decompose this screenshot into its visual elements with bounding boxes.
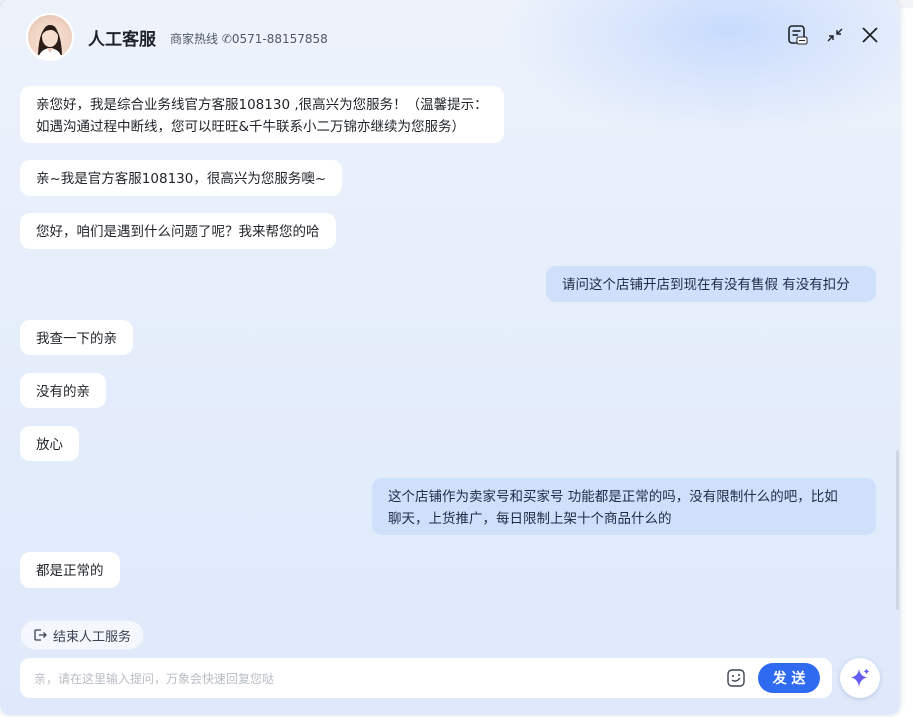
- message-line: 请问这个店铺开店到现在有没有售假 有没有扣分: [562, 277, 850, 293]
- shrink-icon[interactable]: [824, 24, 846, 46]
- message-line: 放心: [36, 437, 63, 453]
- chat-header: 人工客服 商家热线 ✆0571-88157858: [0, 0, 900, 72]
- message-line: 如遇沟通过程中断线，您可以旺旺&千牛联系小二万锦亦继续为您服务）: [36, 119, 466, 135]
- end-service-label: 结束人工服务: [53, 629, 132, 645]
- user-message: 这个店铺作为卖家号和买家号 功能都是正常的吗，没有限制什么的吧，比如 聊天，上货…: [372, 478, 876, 535]
- message-line: 亲您好，我是综合业务线官方客服108130 ,很高兴为您服务！（温馨提示：: [36, 97, 488, 113]
- message-line: 没有的亲: [36, 384, 90, 400]
- agent-avatar: [26, 13, 74, 61]
- chat-history-icon[interactable]: [786, 24, 808, 46]
- message-input[interactable]: [32, 668, 716, 690]
- agent-message: 没有的亲: [20, 373, 106, 408]
- message-line: 这个店铺作为卖家号和买家号 功能都是正常的吗，没有限制什么的吧，比如: [388, 489, 838, 505]
- agent-title: 人工客服: [88, 30, 156, 50]
- close-icon[interactable]: [859, 24, 881, 46]
- logout-icon: [33, 628, 47, 642]
- merchant-hotline: 商家热线 ✆0571-88157858: [170, 32, 328, 46]
- sticker-icon[interactable]: [726, 668, 746, 688]
- user-message: 请问这个店铺开店到现在有没有售假 有没有扣分: [546, 266, 876, 302]
- agent-message: 我查一下的亲: [20, 320, 133, 355]
- agent-message: 都是正常的: [20, 552, 120, 588]
- send-button[interactable]: 发 送: [758, 663, 820, 693]
- agent-avatar-illustration: [38, 25, 62, 59]
- message-line: 我查一下的亲: [36, 331, 117, 347]
- agent-message: 亲您好，我是综合业务线官方客服108130 ,很高兴为您服务！（温馨提示： 如遇…: [20, 86, 504, 143]
- chat-window: 人工客服 商家热线 ✆0571-88157858 亲您好，我是综合业务线官方客服…: [0, 0, 900, 715]
- message-line: 亲~我是官方客服108130，很高兴为您服务噢~: [36, 171, 327, 187]
- scrollbar[interactable]: [896, 450, 899, 610]
- message-line: 都是正常的: [36, 563, 104, 579]
- agent-message: 您好，咱们是遇到什么问题了呢？我来帮您的哈: [20, 213, 336, 249]
- ai-sparkle-icon[interactable]: [840, 658, 880, 698]
- message-line: 聊天，上货推广，每日限制上架十个商品什么的: [388, 511, 672, 527]
- agent-message: 亲~我是官方客服108130，很高兴为您服务噢~: [20, 160, 343, 196]
- message-line: 您好，咱们是遇到什么问题了呢？我来帮您的哈: [36, 224, 320, 240]
- message-input-bar: 发 送: [20, 658, 832, 698]
- agent-message: 放心: [20, 426, 79, 461]
- end-service-button[interactable]: 结束人工服务: [20, 620, 145, 650]
